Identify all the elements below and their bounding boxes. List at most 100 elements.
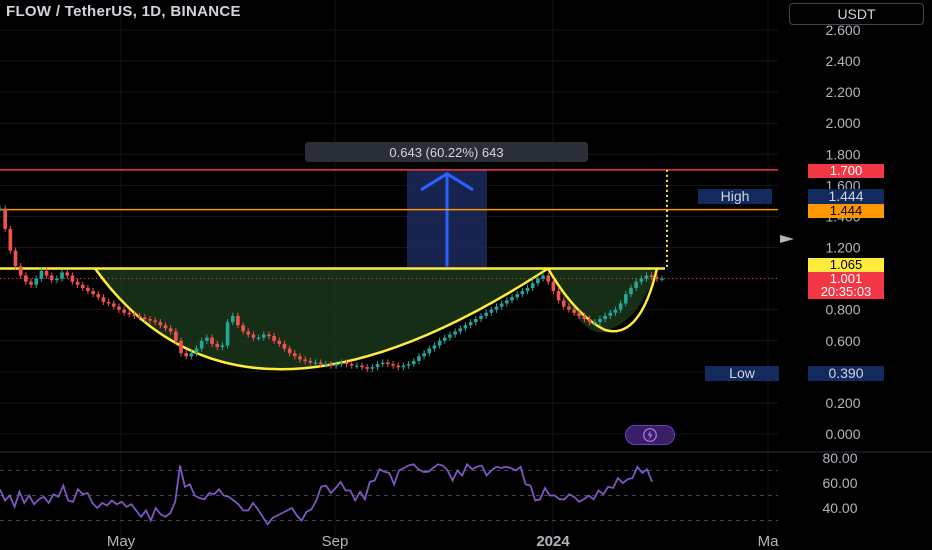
cup-pattern	[93, 267, 659, 371]
candle-body	[313, 362, 318, 364]
time-tick-label: Sep	[322, 533, 349, 550]
candle-body	[0, 208, 2, 210]
price-tick-label: 2.400	[825, 53, 860, 69]
candle-body	[60, 272, 64, 279]
candle-body	[3, 208, 7, 229]
high-value: 1.444	[808, 189, 884, 204]
candle-body	[582, 315, 587, 320]
candle-body	[24, 275, 28, 282]
candle-body	[660, 278, 664, 280]
candle-body	[453, 331, 457, 335]
candle-body	[422, 353, 426, 357]
candle-body	[8, 228, 13, 251]
candle-body	[391, 364, 395, 366]
candle-body	[282, 343, 287, 349]
measure-label: 0.643 (60.22%) 643	[305, 142, 588, 162]
scroll-arrow-icon[interactable]	[780, 235, 794, 243]
candle-body	[168, 328, 173, 332]
price-tick-label: 0.600	[825, 333, 860, 349]
time-axis[interactable]: May Sep 2024 Ma	[107, 533, 779, 550]
candle-body	[401, 365, 406, 368]
candle-body	[370, 367, 375, 369]
candle-body	[230, 315, 235, 323]
candle-body	[536, 278, 540, 284]
candle-body	[29, 281, 33, 285]
candle-body	[468, 322, 473, 326]
candle-body	[380, 362, 385, 365]
candle-body	[303, 359, 307, 361]
time-tick-label: Ma	[758, 533, 779, 550]
candle-body	[463, 325, 468, 329]
candle-body	[277, 340, 282, 344]
candle-body	[365, 367, 370, 369]
candle-body	[592, 322, 597, 324]
candle-body	[70, 275, 75, 282]
candle-body	[349, 364, 354, 366]
candle-body	[308, 360, 313, 363]
candle-body	[613, 309, 618, 313]
candle-body	[577, 312, 582, 316]
candle-body	[386, 362, 390, 365]
low-label: Low	[705, 366, 779, 381]
candle-body	[324, 364, 328, 366]
price-tick-label: 2.200	[825, 84, 860, 100]
candle-body	[194, 348, 199, 354]
candle-body	[158, 322, 163, 326]
candle-body	[86, 287, 90, 292]
chart-title: FLOW / TetherUS, 1D, BINANCE	[6, 3, 241, 20]
candle-body	[163, 325, 168, 329]
candle-body	[437, 340, 442, 346]
candle-body	[479, 315, 483, 320]
candle-body	[541, 275, 545, 279]
currency-button[interactable]: USDT	[789, 3, 924, 25]
candle-body	[505, 300, 509, 304]
candle-body	[34, 278, 39, 285]
candle-body	[225, 322, 230, 346]
candle-body	[174, 331, 178, 341]
candle-body	[49, 275, 54, 281]
candle-body	[318, 362, 323, 365]
candle-body	[442, 337, 447, 341]
candle-body	[236, 315, 240, 326]
candle-body	[55, 278, 59, 281]
candle-body	[256, 337, 261, 339]
candle-body	[473, 319, 478, 323]
price-levels	[0, 169, 778, 279]
candle-body	[458, 328, 463, 332]
candle-body	[510, 297, 514, 301]
candle-body	[199, 340, 204, 349]
flash-button[interactable]	[625, 425, 675, 445]
price-tick-label: 1.800	[825, 146, 860, 162]
candle-body	[639, 278, 644, 282]
candle-body	[267, 334, 271, 337]
candle-body	[298, 356, 302, 360]
candle-body	[179, 340, 183, 354]
candle-body	[417, 356, 421, 361]
price-tick-label: 1.200	[825, 240, 860, 256]
candle-body	[39, 270, 44, 279]
time-tick-label: May	[107, 533, 136, 550]
candle-body	[525, 287, 530, 292]
candle-body	[618, 303, 623, 310]
candle-body	[556, 291, 561, 301]
candle-body	[142, 317, 147, 320]
price-tick-label: 0.200	[825, 395, 860, 411]
candle-body	[655, 277, 659, 279]
candle-body	[499, 303, 504, 307]
candle-body	[65, 272, 70, 276]
rsi-axis: 80.00 60.00 40.00	[822, 450, 857, 516]
candle-body	[644, 275, 649, 279]
candle-body	[334, 364, 338, 366]
candle-body	[567, 306, 571, 310]
candle-body	[137, 315, 142, 318]
candle-body	[484, 312, 488, 316]
measure-tool[interactable]	[407, 169, 487, 269]
candle-body	[634, 281, 638, 288]
candle-body	[111, 303, 116, 307]
chart-canvas[interactable]: 2.6002.4002.2002.0001.8001.6001.4001.200…	[0, 0, 932, 550]
candle-body	[432, 345, 437, 349]
candle-body	[18, 266, 23, 276]
candle-body	[427, 348, 432, 354]
candle-body	[494, 306, 499, 310]
candle-body	[127, 312, 132, 315]
